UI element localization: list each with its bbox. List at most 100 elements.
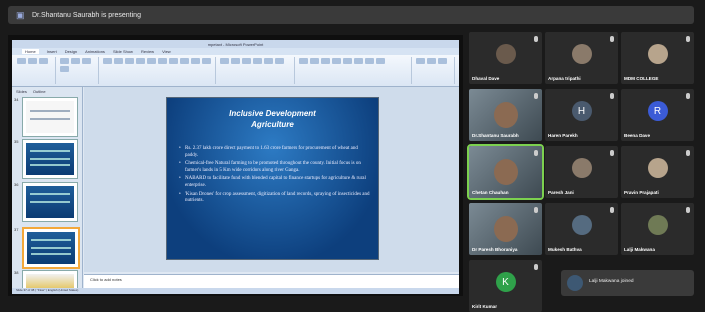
avatar: R <box>647 101 668 121</box>
participant-name: Paresh Jani <box>548 190 574 195</box>
notes-pane[interactable]: Click to add notes <box>84 274 459 288</box>
bullet-item: Rs. 2.37 lakh crore direct payment to 1.… <box>179 146 370 159</box>
participant-tile[interactable]: Pravin Prajapati <box>621 146 694 198</box>
editing-group[interactable] <box>415 57 455 84</box>
avatar <box>493 159 518 185</box>
avatar <box>493 216 518 242</box>
mic-muted-icon <box>534 36 538 42</box>
participant-tile[interactable]: K Kirit Kumar <box>469 260 542 312</box>
mic-muted-icon <box>610 150 614 156</box>
clipboard-group[interactable] <box>16 57 56 84</box>
participant-name: Dhaval Dave <box>472 76 500 81</box>
participant-name: Beena Dave <box>624 133 651 138</box>
slide-thumbnail[interactable] <box>22 97 78 137</box>
participant-name: Haren Parekh <box>548 133 578 138</box>
participant-tile[interactable]: Lalji Makwana <box>621 203 694 255</box>
slide-title: Inclusive Development Agriculture <box>167 108 378 130</box>
join-notification: Lalji Makwana joined <box>561 270 694 296</box>
avatar: H <box>571 101 592 121</box>
slides-panel: Slides Outline 34 35 36 37 38 <box>12 87 83 294</box>
participant-name: Pravin Prajapati <box>624 190 659 195</box>
tab-animations[interactable]: Animations <box>85 49 105 54</box>
presenting-text: Dr.Shantanu Saurabh is presenting <box>32 11 141 19</box>
participant-tile[interactable]: Dr Paresh Bhoraniya <box>469 203 542 255</box>
thumb-number: 35 <box>14 139 19 144</box>
participant-tile[interactable]: Paresh Jani <box>545 146 618 198</box>
slide-title-line2: Agriculture <box>251 120 294 129</box>
slide-bullets: Rs. 2.37 lakh crore direct payment to 1.… <box>179 146 370 207</box>
bullet-item: NABARD to facilitate fund with blended c… <box>179 176 370 189</box>
avatar <box>493 102 518 128</box>
participant-tile[interactable]: Dr.Shantanu Saurabh <box>469 89 542 141</box>
panel-tabs: Slides Outline <box>12 87 82 95</box>
tab-view[interactable]: View <box>162 49 171 54</box>
tab-home[interactable]: Home <box>22 49 39 54</box>
join-notification-text: Lalji Makwana joined <box>589 279 634 284</box>
mic-muted-icon <box>610 36 614 42</box>
ribbon <box>12 55 459 87</box>
participant-tile[interactable]: MDM COLLEGE <box>621 32 694 84</box>
tab-slides[interactable]: Slides <box>16 89 27 94</box>
avatar <box>647 158 668 178</box>
participant-tile[interactable]: Dhaval Dave <box>469 32 542 84</box>
avatar: K <box>495 272 516 292</box>
bullet-item: 'Kisan Drones' for crop assessment, digi… <box>179 192 370 205</box>
mic-muted-icon <box>686 207 690 213</box>
avatar <box>647 44 668 64</box>
ribbon-tabs: Home Insert Design Animations Slide Show… <box>12 48 459 55</box>
participant-tile[interactable]: Mukesh Bathva <box>545 203 618 255</box>
ppt-window-title: mpetaxt - Microsoft PowerPoint <box>207 41 264 47</box>
tab-insert[interactable]: Insert <box>47 49 57 54</box>
tab-review[interactable]: Review <box>141 49 154 54</box>
participant-name: Chetan Chauhan <box>472 190 509 195</box>
avatar <box>571 215 592 235</box>
slide-editing-area: Inclusive Development Agriculture Rs. 2.… <box>84 87 459 272</box>
participant-name: Dr.Shantanu Saurabh <box>472 133 519 138</box>
participant-name: Dr Paresh Bhoraniya <box>472 247 518 252</box>
participant-tile[interactable]: Chetan Chauhan <box>467 144 544 200</box>
powerpoint-window: mpetaxt - Microsoft PowerPoint Home Inse… <box>12 40 459 294</box>
mic-muted-icon <box>686 93 690 99</box>
slide-title-line1: Inclusive Development <box>229 109 316 118</box>
mic-muted-icon <box>534 207 538 213</box>
participant-tile[interactable]: Arpana tripathi <box>545 32 618 84</box>
slide-thumbnail-selected[interactable] <box>22 227 80 269</box>
mic-muted-icon <box>610 207 614 213</box>
mic-muted-icon <box>686 36 690 42</box>
slide-thumbnail[interactable] <box>22 139 78 179</box>
participant-name: Lalji Makwana <box>624 247 655 252</box>
tab-outline[interactable]: Outline <box>33 89 46 94</box>
slide-thumbnail[interactable] <box>22 182 78 222</box>
current-slide[interactable]: Inclusive Development Agriculture Rs. 2.… <box>166 97 379 260</box>
thumb-number: 38 <box>14 270 19 275</box>
participant-name: MDM COLLEGE <box>624 76 659 81</box>
avatar <box>571 44 592 64</box>
screen-share-icon: ▣ <box>16 10 25 20</box>
paragraph-group[interactable] <box>219 57 296 84</box>
avatar <box>495 44 516 64</box>
participant-tile[interactable]: R Beena Dave <box>621 89 694 141</box>
tab-slide-show[interactable]: Slide Show <box>113 49 133 54</box>
participant-tile[interactable]: H Haren Parekh <box>545 89 618 141</box>
participant-name: Mukesh Bathva <box>548 247 582 252</box>
participant-name: Arpana tripathi <box>548 76 581 81</box>
mic-muted-icon <box>534 93 538 99</box>
mic-muted-icon <box>610 93 614 99</box>
status-bar: Slide 37 of 38 | "Flow" | English (Unite… <box>12 288 459 294</box>
avatar <box>567 275 583 291</box>
participant-name: Kirit Kumar <box>472 304 498 309</box>
avatar <box>647 215 668 235</box>
tab-design[interactable]: Design <box>65 49 77 54</box>
mic-muted-icon <box>534 150 538 156</box>
avatar <box>571 158 592 178</box>
font-group[interactable] <box>102 57 216 84</box>
slides-group[interactable] <box>59 57 99 84</box>
drawing-group[interactable] <box>298 57 413 84</box>
bullet-item: Chemical-free Natural farming to be prom… <box>179 161 370 174</box>
mic-muted-icon <box>534 264 538 270</box>
thumb-number: 36 <box>14 182 19 187</box>
thumb-number: 37 <box>14 227 19 232</box>
ppt-title-bar: mpetaxt - Microsoft PowerPoint <box>12 40 459 48</box>
presenting-banner: ▣ Dr.Shantanu Saurabh is presenting <box>8 6 694 24</box>
mic-muted-icon <box>686 150 690 156</box>
